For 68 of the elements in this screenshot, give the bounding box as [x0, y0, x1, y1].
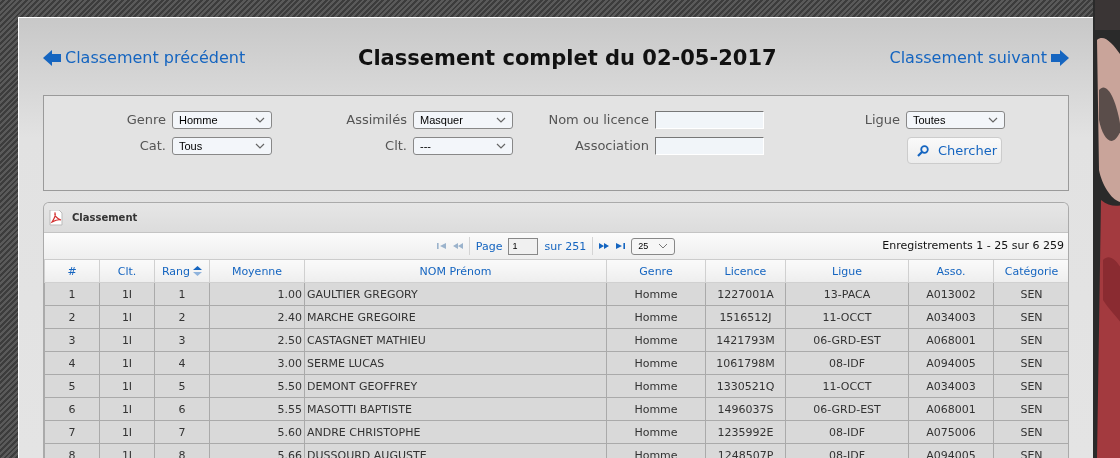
column-header[interactable]: Ligue [785, 260, 909, 283]
table-cell: 11-OCCT [785, 305, 909, 329]
column-header[interactable]: Rang [154, 260, 210, 283]
table-cell: 11-OCCT [785, 374, 909, 398]
field-label: Genre [125, 111, 167, 129]
table-cell: 3 [44, 328, 100, 352]
column-header[interactable]: # [44, 260, 100, 283]
previous-link[interactable]: Classement précédent [43, 48, 246, 67]
dropdown[interactable]: Tous [172, 137, 272, 155]
dropdown[interactable]: --- [413, 137, 513, 155]
column-header[interactable]: Catégorie [993, 260, 1068, 283]
table-cell: MARCHE GREGOIRE [304, 305, 607, 329]
table-cell: DEMONT GEOFFREY [304, 374, 607, 398]
search-button[interactable]: Chercher [907, 137, 1002, 164]
table-cell: MASOTTI BAPTISTE [304, 397, 607, 421]
column-header[interactable]: Genre [606, 260, 706, 283]
column-header[interactable]: Clt. [99, 260, 155, 283]
page-total: sur 251 [544, 239, 587, 253]
table-cell: 06-GRD-EST [785, 328, 909, 352]
chevron-down-icon [988, 117, 998, 123]
table-cell: 4 [44, 351, 100, 375]
table-cell: 5 [44, 374, 100, 398]
field-label: Cat. [138, 137, 167, 155]
page-label: Page [475, 239, 503, 253]
arrow-right-icon [1051, 48, 1069, 67]
table-cell: 1 [44, 282, 100, 306]
grid-caption: Classement [72, 212, 138, 223]
pdf-icon[interactable] [49, 209, 63, 226]
search-icon [917, 144, 929, 157]
field-label: Association [573, 137, 650, 155]
table-cell: ANDRE CHRISTOPHE [304, 420, 607, 444]
field-label: Nom ou licence [547, 111, 650, 129]
text-field[interactable] [655, 111, 764, 129]
chevron-down-icon [496, 117, 506, 123]
text-field[interactable] [655, 137, 764, 155]
dropdown[interactable]: Masquer [413, 111, 513, 129]
next-link[interactable]: Classement suivant [889, 48, 1069, 67]
column-header[interactable]: Asso. [908, 260, 994, 283]
dropdown[interactable]: Toutes [906, 111, 1005, 129]
table-cell: 7 [44, 420, 100, 444]
field-label: Assimilés [345, 111, 408, 129]
table-cell: 2 [44, 305, 100, 329]
table-cell: 06-GRD-EST [785, 397, 909, 421]
dropdown[interactable]: Homme [172, 111, 272, 129]
table-cell: 13-PACA [785, 282, 909, 306]
chevron-down-icon [255, 143, 265, 149]
table-cell: 08-IDF [785, 351, 909, 375]
column-header[interactable]: NOM Prénom [304, 260, 607, 283]
next-page-icon[interactable] [599, 242, 610, 250]
chevron-down-icon [255, 117, 265, 123]
column-header[interactable]: Moyenne [209, 260, 305, 283]
chevron-down-icon [658, 243, 669, 249]
records-count: Enregistrements 1 - 25 sur 6 259 [882, 238, 1064, 254]
sort-icon [193, 266, 203, 276]
arrow-left-icon [43, 48, 61, 67]
table-cell: CASTAGNET MATHIEU [304, 328, 607, 352]
field-label: Clt. [384, 137, 408, 155]
table-cell: 6 [44, 397, 100, 421]
table-cell: SERME LUCAS [304, 351, 607, 375]
last-page-icon[interactable] [615, 242, 626, 250]
page-size-dropdown[interactable]: 25 [631, 237, 676, 255]
field-label: Ligue [863, 111, 901, 129]
table-cell: 08-IDF [785, 420, 909, 444]
table-cell: GAULTIER GREGORY [304, 282, 607, 306]
chevron-down-icon [496, 143, 506, 149]
page-title: Classement complet du 02-05-2017 [358, 45, 777, 70]
page-field[interactable]: 1 [508, 237, 539, 255]
column-header[interactable]: Licence [705, 260, 786, 283]
